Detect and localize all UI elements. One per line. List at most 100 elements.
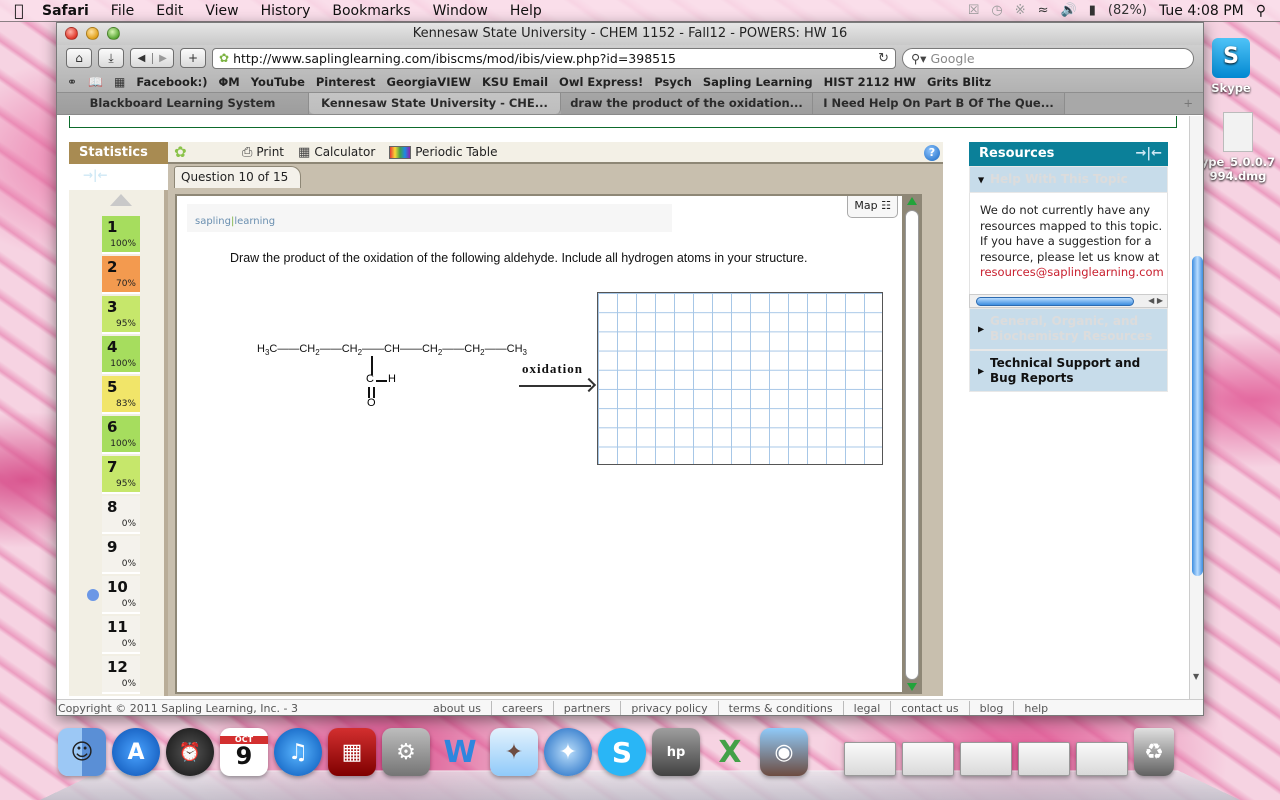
bluetooth-icon[interactable]: ※ <box>1015 3 1026 18</box>
bookmark-grits-blitz[interactable]: Grits Blitz <box>927 75 991 89</box>
collapse-icon[interactable]: →|← <box>1135 142 1162 166</box>
footer-link-blog[interactable]: blog <box>968 700 1014 715</box>
desktop-icon-skype[interactable]: S Skype <box>1203 38 1259 95</box>
microsoft-word-icon[interactable]: W <box>436 728 484 776</box>
question-nav-item[interactable]: 6 100% <box>102 416 140 454</box>
tab-blackboard[interactable]: Blackboard Learning System <box>57 93 309 114</box>
safari-icon[interactable]: ✦ <box>544 728 592 776</box>
minimize-window-button[interactable] <box>86 27 99 40</box>
tab-need-help[interactable]: I Need Help On Part B Of The Que... <box>813 93 1065 114</box>
scroll-track[interactable] <box>905 210 919 680</box>
collapse-icon[interactable]: →|← <box>83 168 108 182</box>
periodic-table-button[interactable]: Periodic Table <box>389 145 497 159</box>
close-window-button[interactable] <box>65 27 78 40</box>
add-to-reading-button[interactable]: ⤓ <box>98 48 124 68</box>
ical-icon[interactable]: OCT 9 <box>220 728 268 776</box>
menu-view[interactable]: View <box>194 3 249 19</box>
question-scrollbar[interactable] <box>902 194 922 694</box>
scroll-down-icon[interactable]: ▼ <box>1193 672 1199 681</box>
map-button[interactable]: Map ☷ <box>847 196 898 218</box>
question-nav-item[interactable]: 5 83% <box>102 376 140 414</box>
question-nav-item[interactable]: 8 0% <box>102 496 140 534</box>
footer-link-about-us[interactable]: about us <box>423 701 491 716</box>
menu-window[interactable]: Window <box>422 3 499 19</box>
iphoto-icon[interactable]: ◉ <box>760 728 808 776</box>
bookmark-phi-m[interactable]: ΦM <box>218 75 239 89</box>
add-bookmark-button[interactable]: + <box>180 48 206 68</box>
resources-email-link[interactable]: resources@saplinglearning.com <box>980 265 1164 279</box>
minimized-word-window[interactable] <box>1076 742 1128 776</box>
forward-icon[interactable]: ▶ <box>151 52 173 64</box>
bookmark-owl-express[interactable]: Owl Express! <box>559 75 643 89</box>
dashboard-icon[interactable]: ⏰ <box>166 728 214 776</box>
title-bar[interactable]: Kennesaw State University - CHEM 1152 - … <box>57 23 1203 45</box>
menu-help[interactable]: Help <box>499 3 553 19</box>
footer-link-help[interactable]: help <box>1013 700 1058 715</box>
scroll-thumb[interactable] <box>976 297 1134 306</box>
trash-icon[interactable]: ♻ <box>1134 728 1174 776</box>
mail-icon[interactable]: ✦ <box>490 728 538 776</box>
search-input[interactable]: ⚲▾ Google <box>902 47 1194 69</box>
menu-edit[interactable]: Edit <box>145 3 194 19</box>
reload-icon[interactable]: ↻ <box>878 51 889 66</box>
navigator-scroll-up-icon[interactable] <box>110 194 132 206</box>
menu-history[interactable]: History <box>250 3 322 19</box>
spotlight-icon[interactable]: ⚲ <box>1256 3 1266 19</box>
new-tab-button[interactable]: + <box>1065 93 1203 114</box>
minimized-word-window[interactable] <box>1018 742 1070 776</box>
menu-file[interactable]: File <box>100 3 145 19</box>
calculator-button[interactable]: ▦ Calculator <box>298 145 375 160</box>
home-button[interactable]: ⌂ <box>66 48 92 68</box>
question-nav-item[interactable]: 3 95% <box>102 296 140 334</box>
minimized-word-window[interactable] <box>844 742 896 776</box>
footer-link-careers[interactable]: careers <box>490 700 553 715</box>
bookmark-psych[interactable]: Psych <box>654 75 692 89</box>
minimized-word-window[interactable] <box>960 742 1012 776</box>
drawing-canvas[interactable] <box>597 292 883 465</box>
question-nav-item[interactable]: 10 0% <box>102 576 140 614</box>
battery-icon[interactable]: ▮ <box>1089 3 1096 18</box>
apple-menu-icon[interactable]:  <box>0 1 38 20</box>
footer-link-partners[interactable]: partners <box>552 700 621 715</box>
bookmark-youtube[interactable]: YouTube <box>251 75 305 89</box>
microsoft-excel-icon[interactable]: X <box>706 728 754 776</box>
question-nav-item[interactable]: 1 100% <box>102 216 140 254</box>
zoom-window-button[interactable] <box>107 27 120 40</box>
section-technical-support[interactable]: ▶ Technical Support and Bug Reports <box>969 350 1168 392</box>
question-tab[interactable]: Question 10 of 15 <box>174 166 302 188</box>
skype-tray-icon[interactable]: ☒ <box>968 3 980 18</box>
question-nav-item[interactable]: 7 95% <box>102 456 140 494</box>
volume-icon[interactable]: 🔊 <box>1061 3 1077 18</box>
question-nav-item[interactable]: 11 0% <box>102 616 140 654</box>
bookmark-pinterest[interactable]: Pinterest <box>316 75 376 89</box>
statistics-tab[interactable]: Statistics →|← <box>69 142 168 182</box>
bookmark-hist-2112[interactable]: HIST 2112 HW <box>824 75 916 89</box>
finder-icon[interactable]: ☺ <box>58 728 106 776</box>
help-icon[interactable]: ? <box>924 145 940 161</box>
clock[interactable]: Tue 4:08 PM <box>1159 3 1244 19</box>
bookmark-ksu-email[interactable]: KSU Email <box>482 75 548 89</box>
desktop-icon-dmg[interactable]: ype_5.0.0.7 994.dmg <box>1196 112 1280 183</box>
skype-icon[interactable]: S <box>598 728 646 776</box>
print-button[interactable]: ⎙ Print <box>242 145 284 160</box>
section-help-with-topic[interactable]: ▼ Help With This Topic <box>969 166 1168 193</box>
tab-draw-product[interactable]: draw the product of the oxidation... <box>561 93 813 114</box>
reading-list-icon[interactable]: ⚭ <box>67 75 77 89</box>
bookmark-georgiaview[interactable]: GeorgiaVIEW <box>387 75 471 89</box>
photo-booth-icon[interactable]: ▦ <box>328 728 376 776</box>
itunes-icon[interactable]: ♫ <box>274 728 322 776</box>
url-bar[interactable]: ✿ http://www.saplinglearning.com/ibiscms… <box>212 47 896 69</box>
tab-kennesaw-chem[interactable]: Kennesaw State University - CHE... <box>309 93 561 114</box>
url-text[interactable]: http://www.saplinglearning.com/ibiscms/m… <box>233 51 874 66</box>
menu-bookmarks[interactable]: Bookmarks <box>321 3 421 19</box>
footer-link-privacy-policy[interactable]: privacy policy <box>620 700 717 715</box>
scroll-down-icon[interactable] <box>907 683 917 691</box>
question-nav-item[interactable]: 12 0% <box>102 656 140 694</box>
page-scrollbar[interactable]: ▼ <box>1189 116 1203 699</box>
time-machine-icon[interactable]: ◷ <box>991 3 1002 18</box>
bookmark-facebook[interactable]: Facebook:) <box>136 75 207 89</box>
hp-utility-icon[interactable]: hp <box>652 728 700 776</box>
question-nav-item[interactable]: 9 0% <box>102 536 140 574</box>
scroll-arrows-icon[interactable]: ◀ ▶ <box>1148 295 1163 307</box>
wifi-icon[interactable]: ≈ <box>1038 3 1049 18</box>
